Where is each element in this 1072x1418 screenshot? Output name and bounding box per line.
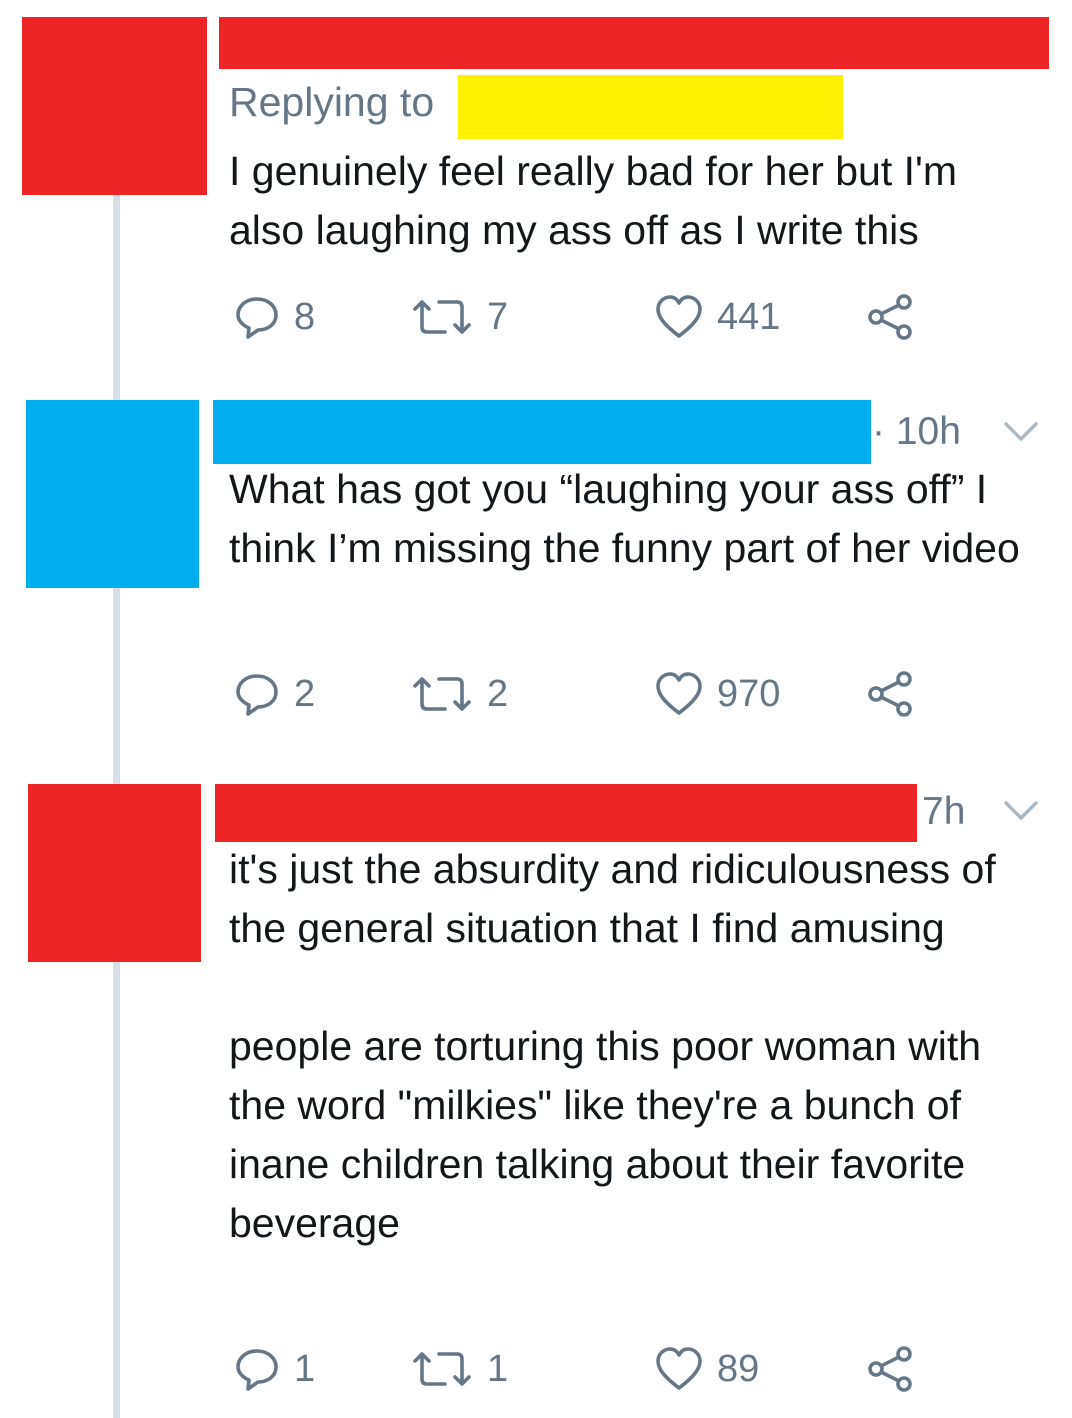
share-button[interactable] <box>865 1341 915 1397</box>
reply-count: 8 <box>294 296 316 338</box>
retweet-count: 7 <box>487 296 509 338</box>
retweet-button[interactable]: 1 <box>411 1341 508 1397</box>
reply-button[interactable]: 8 <box>234 289 315 345</box>
reply-count: 2 <box>294 673 316 715</box>
like-count: 441 <box>717 296 781 338</box>
reply-bubble-icon <box>236 674 278 716</box>
heart-icon <box>656 672 702 715</box>
replying-to-handle-redacted[interactable] <box>458 75 843 139</box>
retweet-arrows-icon <box>413 677 471 711</box>
chevron-down-icon[interactable] <box>1003 421 1039 443</box>
like-count: 970 <box>717 673 781 715</box>
share-button[interactable] <box>865 666 915 722</box>
retweet-count: 2 <box>487 673 509 715</box>
like-button[interactable]: 441 <box>655 289 780 345</box>
chevron-down-icon[interactable] <box>1003 800 1039 822</box>
like-count: 89 <box>717 1348 760 1390</box>
heart-icon <box>656 295 702 338</box>
share-nodes-icon <box>868 294 912 340</box>
username-redacted[interactable] <box>215 784 917 842</box>
like-button[interactable]: 970 <box>655 666 780 722</box>
username-redacted[interactable] <box>219 17 1049 69</box>
share-nodes-icon <box>868 1346 912 1392</box>
tweet-actions: 8 7 441 <box>229 289 929 345</box>
retweet-arrows-icon <box>413 300 471 334</box>
retweet-button[interactable]: 2 <box>411 666 508 722</box>
reply-count: 1 <box>294 1348 316 1390</box>
tweet-actions: 2 2 970 <box>229 666 929 722</box>
tweet-text: What has got you “laughing your ass off”… <box>229 466 1020 571</box>
retweet-count: 1 <box>487 1348 509 1390</box>
reply-bubble-icon <box>236 1349 278 1391</box>
reply-button[interactable]: 1 <box>234 1341 315 1397</box>
reply-button[interactable]: 2 <box>234 666 315 722</box>
share-button[interactable] <box>865 289 915 345</box>
tweet-text: I genuinely feel really bad for her but … <box>229 148 969 253</box>
tweet-actions: 1 1 89 <box>229 1341 929 1397</box>
tweet-text: it's just the absurdity and ridiculousne… <box>229 846 996 1246</box>
avatar-redacted[interactable] <box>28 784 201 962</box>
avatar-redacted[interactable] <box>22 17 207 195</box>
replying-to-label: Replying to <box>229 79 435 125</box>
like-button[interactable]: 89 <box>655 1341 759 1397</box>
username-redacted[interactable] <box>213 400 871 464</box>
tweet-timestamp[interactable]: 7h <box>922 787 965 837</box>
share-nodes-icon <box>868 671 912 717</box>
heart-icon <box>656 1347 702 1390</box>
reply-bubble-icon <box>236 297 278 339</box>
retweet-arrows-icon <box>413 1352 471 1386</box>
retweet-button[interactable]: 7 <box>411 289 508 345</box>
tweet-timestamp[interactable]: · 10h <box>872 407 961 457</box>
avatar-redacted[interactable] <box>26 400 199 588</box>
